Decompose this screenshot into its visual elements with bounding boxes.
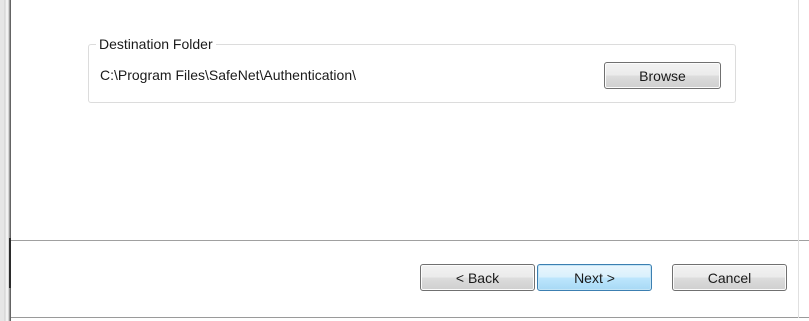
cancel-button[interactable]: Cancel: [672, 264, 787, 291]
destination-path-text: C:\Program Files\SafeNet\Authentication\: [100, 67, 357, 83]
dialog-bottom-border: [11, 317, 809, 318]
destination-folder-label: Destination Folder: [96, 36, 216, 52]
footer-separator: [11, 240, 809, 242]
installer-dialog: Destination Folder C:\Program Files\Safe…: [11, 0, 809, 321]
back-button[interactable]: < Back: [420, 264, 535, 291]
next-button[interactable]: Next >: [537, 264, 652, 291]
browse-button[interactable]: Browse: [604, 62, 721, 89]
dialog-right-border: [798, 0, 799, 318]
